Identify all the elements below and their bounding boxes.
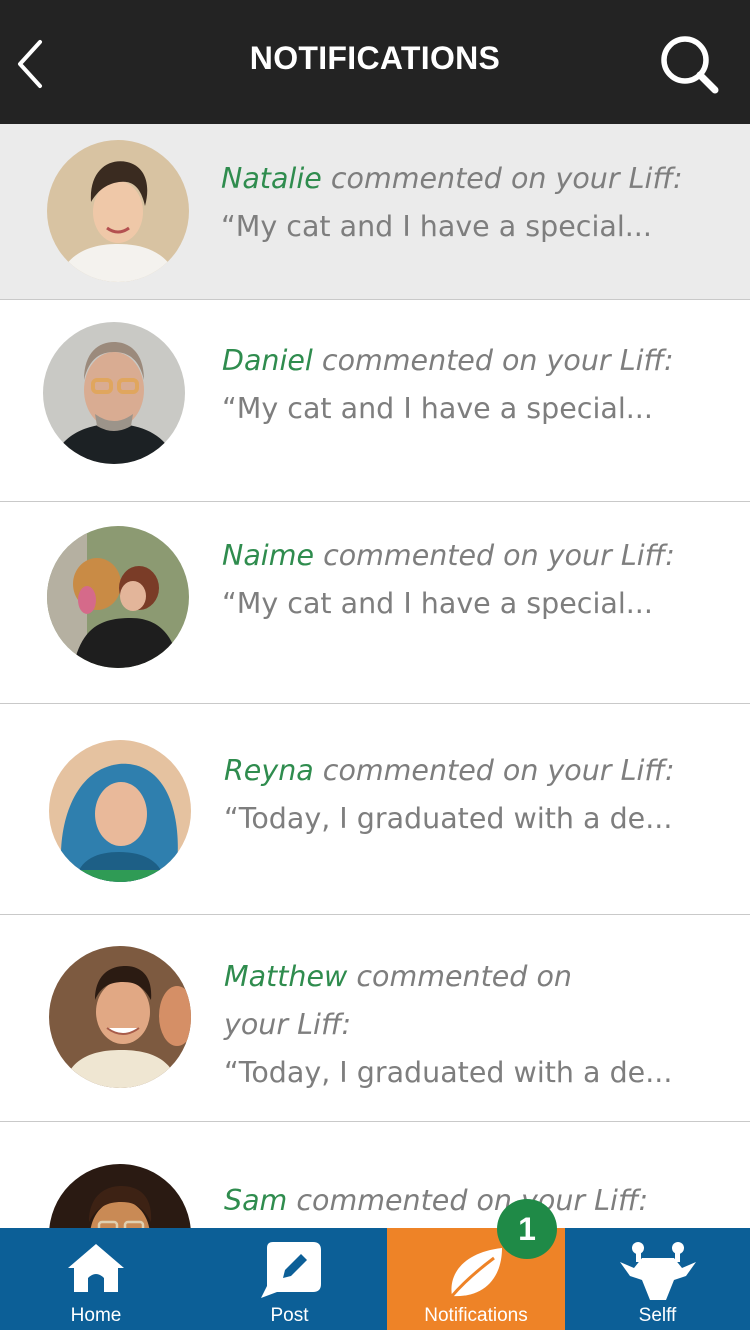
comment-preview: “My cat and I have a special... <box>222 587 653 620</box>
notification-item[interactable]: Daniel commented on your Liff: “My cat a… <box>0 300 750 502</box>
commenter-name: Natalie <box>221 162 322 195</box>
top-bar: NOTIFICATIONS <box>0 0 750 124</box>
avatar <box>47 140 189 282</box>
tab-home[interactable]: Home <box>0 1228 192 1330</box>
notification-item[interactable]: Matthew commented on your Liff: “Today, … <box>0 915 750 1122</box>
notification-text: Sam commented on your Liff: <box>224 1177 734 1225</box>
notification-action: commented on your Liff: <box>323 539 675 572</box>
notification-action: commented on your Liff: <box>296 1184 649 1217</box>
notification-action: commented on your Liff: <box>321 344 674 377</box>
commenter-name: Naime <box>222 539 314 572</box>
commenter-name: Reyna <box>224 754 314 787</box>
notification-item[interactable]: Sam commented on your Liff: <box>0 1122 750 1228</box>
avatar <box>49 740 191 882</box>
notification-text: Reyna commented on your Liff: “Today, I … <box>224 747 734 843</box>
page-title: NOTIFICATIONS <box>249 40 501 76</box>
notification-text: Naime commented on your Liff: “My cat an… <box>222 532 732 628</box>
avatar <box>49 1164 191 1228</box>
tab-selff[interactable]: Selff <box>565 1228 750 1330</box>
avatar <box>47 526 189 668</box>
notification-count-badge: 1 <box>497 1199 557 1259</box>
tab-bar: Home Post Notifications Selff <box>0 1228 750 1330</box>
leaf-icon <box>450 1248 502 1297</box>
notification-action: commented on your Liff: <box>330 162 683 195</box>
tab-label: Notifications <box>424 1305 528 1326</box>
home-icon <box>68 1244 124 1292</box>
comment-preview: “My cat and I have a special... <box>222 392 653 425</box>
tab-label: Post <box>270 1305 309 1326</box>
tab-label: Home <box>70 1305 122 1326</box>
notification-item[interactable]: Natalie commented on your Liff: “My cat … <box>0 124 750 300</box>
notification-item[interactable]: Reyna commented on your Liff: “Today, I … <box>0 704 750 915</box>
notification-list[interactable]: Natalie commented on your Liff: “My cat … <box>0 124 750 1228</box>
commenter-name: Sam <box>224 1184 288 1217</box>
giraffe-icon <box>619 1242 696 1300</box>
commenter-name: Matthew <box>224 960 348 993</box>
notification-text: Matthew commented on your Liff: “Today, … <box>224 953 673 1097</box>
avatar <box>43 322 185 464</box>
notification-item[interactable]: Naime commented on your Liff: “My cat an… <box>0 502 750 704</box>
search-button[interactable] <box>655 32 725 98</box>
comment-preview: “My cat and I have a special... <box>221 210 652 243</box>
tab-label: Selff <box>638 1305 677 1326</box>
comment-preview: “Today, I graduated with a de... <box>224 802 673 835</box>
comment-preview: “Today, I graduated with a de... <box>224 1056 673 1089</box>
tab-post[interactable]: Post <box>192 1228 387 1330</box>
notification-text: Daniel commented on your Liff: “My cat a… <box>222 337 732 433</box>
commenter-name: Daniel <box>222 344 313 377</box>
search-icon <box>661 36 719 94</box>
pencil-icon <box>260 1242 321 1298</box>
notification-text: Natalie commented on your Liff: “My cat … <box>221 155 731 251</box>
notification-action: commented on your Liff: <box>322 754 675 787</box>
avatar <box>49 946 191 1088</box>
